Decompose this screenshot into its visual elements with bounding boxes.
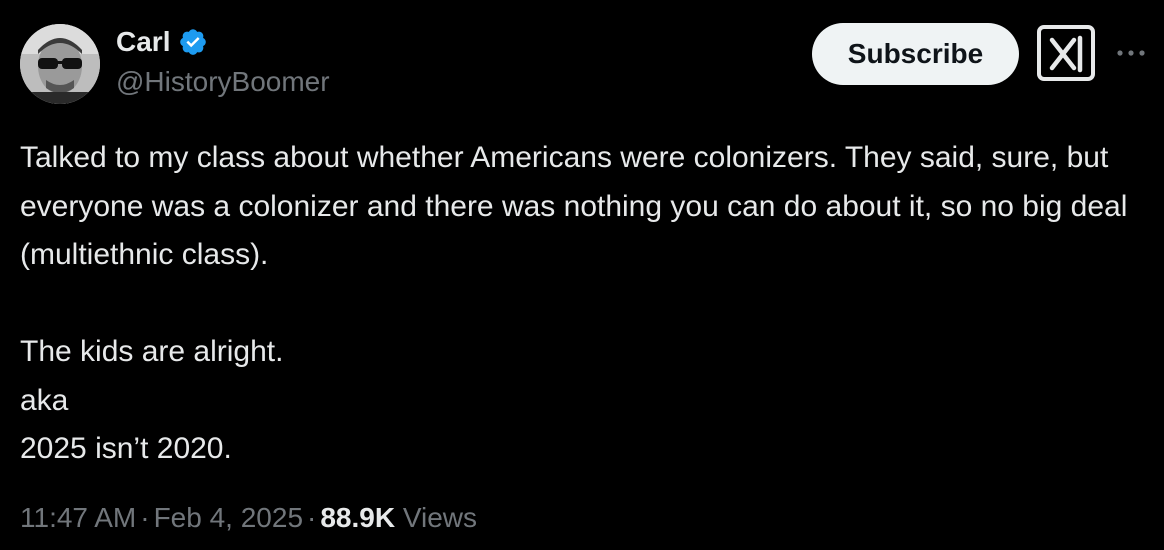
tweet-meta: 11:47 AM · Feb 4, 2025 · 88.9K Views	[20, 500, 477, 536]
views-count: 88.9K	[320, 502, 396, 533]
grok-icon[interactable]	[1034, 24, 1098, 82]
tweet: Carl @HistoryBoomer Subscribe Talked to …	[0, 0, 1164, 550]
tweet-line: The kids are alright.	[20, 335, 284, 368]
tweet-line: 2025 isn’t 2020.	[20, 432, 232, 465]
verified-badge-icon[interactable]	[178, 27, 208, 57]
more-options-icon[interactable]	[1114, 38, 1148, 68]
tweet-blank-line	[20, 280, 1140, 329]
display-name[interactable]: Carl	[116, 24, 170, 60]
meta-separator: ·	[140, 502, 150, 533]
meta-separator: ·	[307, 502, 317, 533]
tweet-text: Talked to my class about whether America…	[20, 134, 1140, 474]
views-label: Views	[402, 502, 478, 533]
tweet-date[interactable]: Feb 4, 2025	[154, 502, 303, 533]
subscribe-button[interactable]: Subscribe	[812, 23, 1019, 85]
avatar-image	[20, 24, 100, 104]
avatar[interactable]	[20, 24, 100, 104]
author-name-row: Carl	[116, 24, 208, 60]
author-handle[interactable]: @HistoryBoomer	[116, 64, 330, 100]
tweet-line: aka	[20, 383, 69, 417]
tweet-paragraph: Talked to my class about whether America…	[20, 141, 1136, 271]
tweet-time[interactable]: 11:47 AM	[20, 502, 136, 533]
